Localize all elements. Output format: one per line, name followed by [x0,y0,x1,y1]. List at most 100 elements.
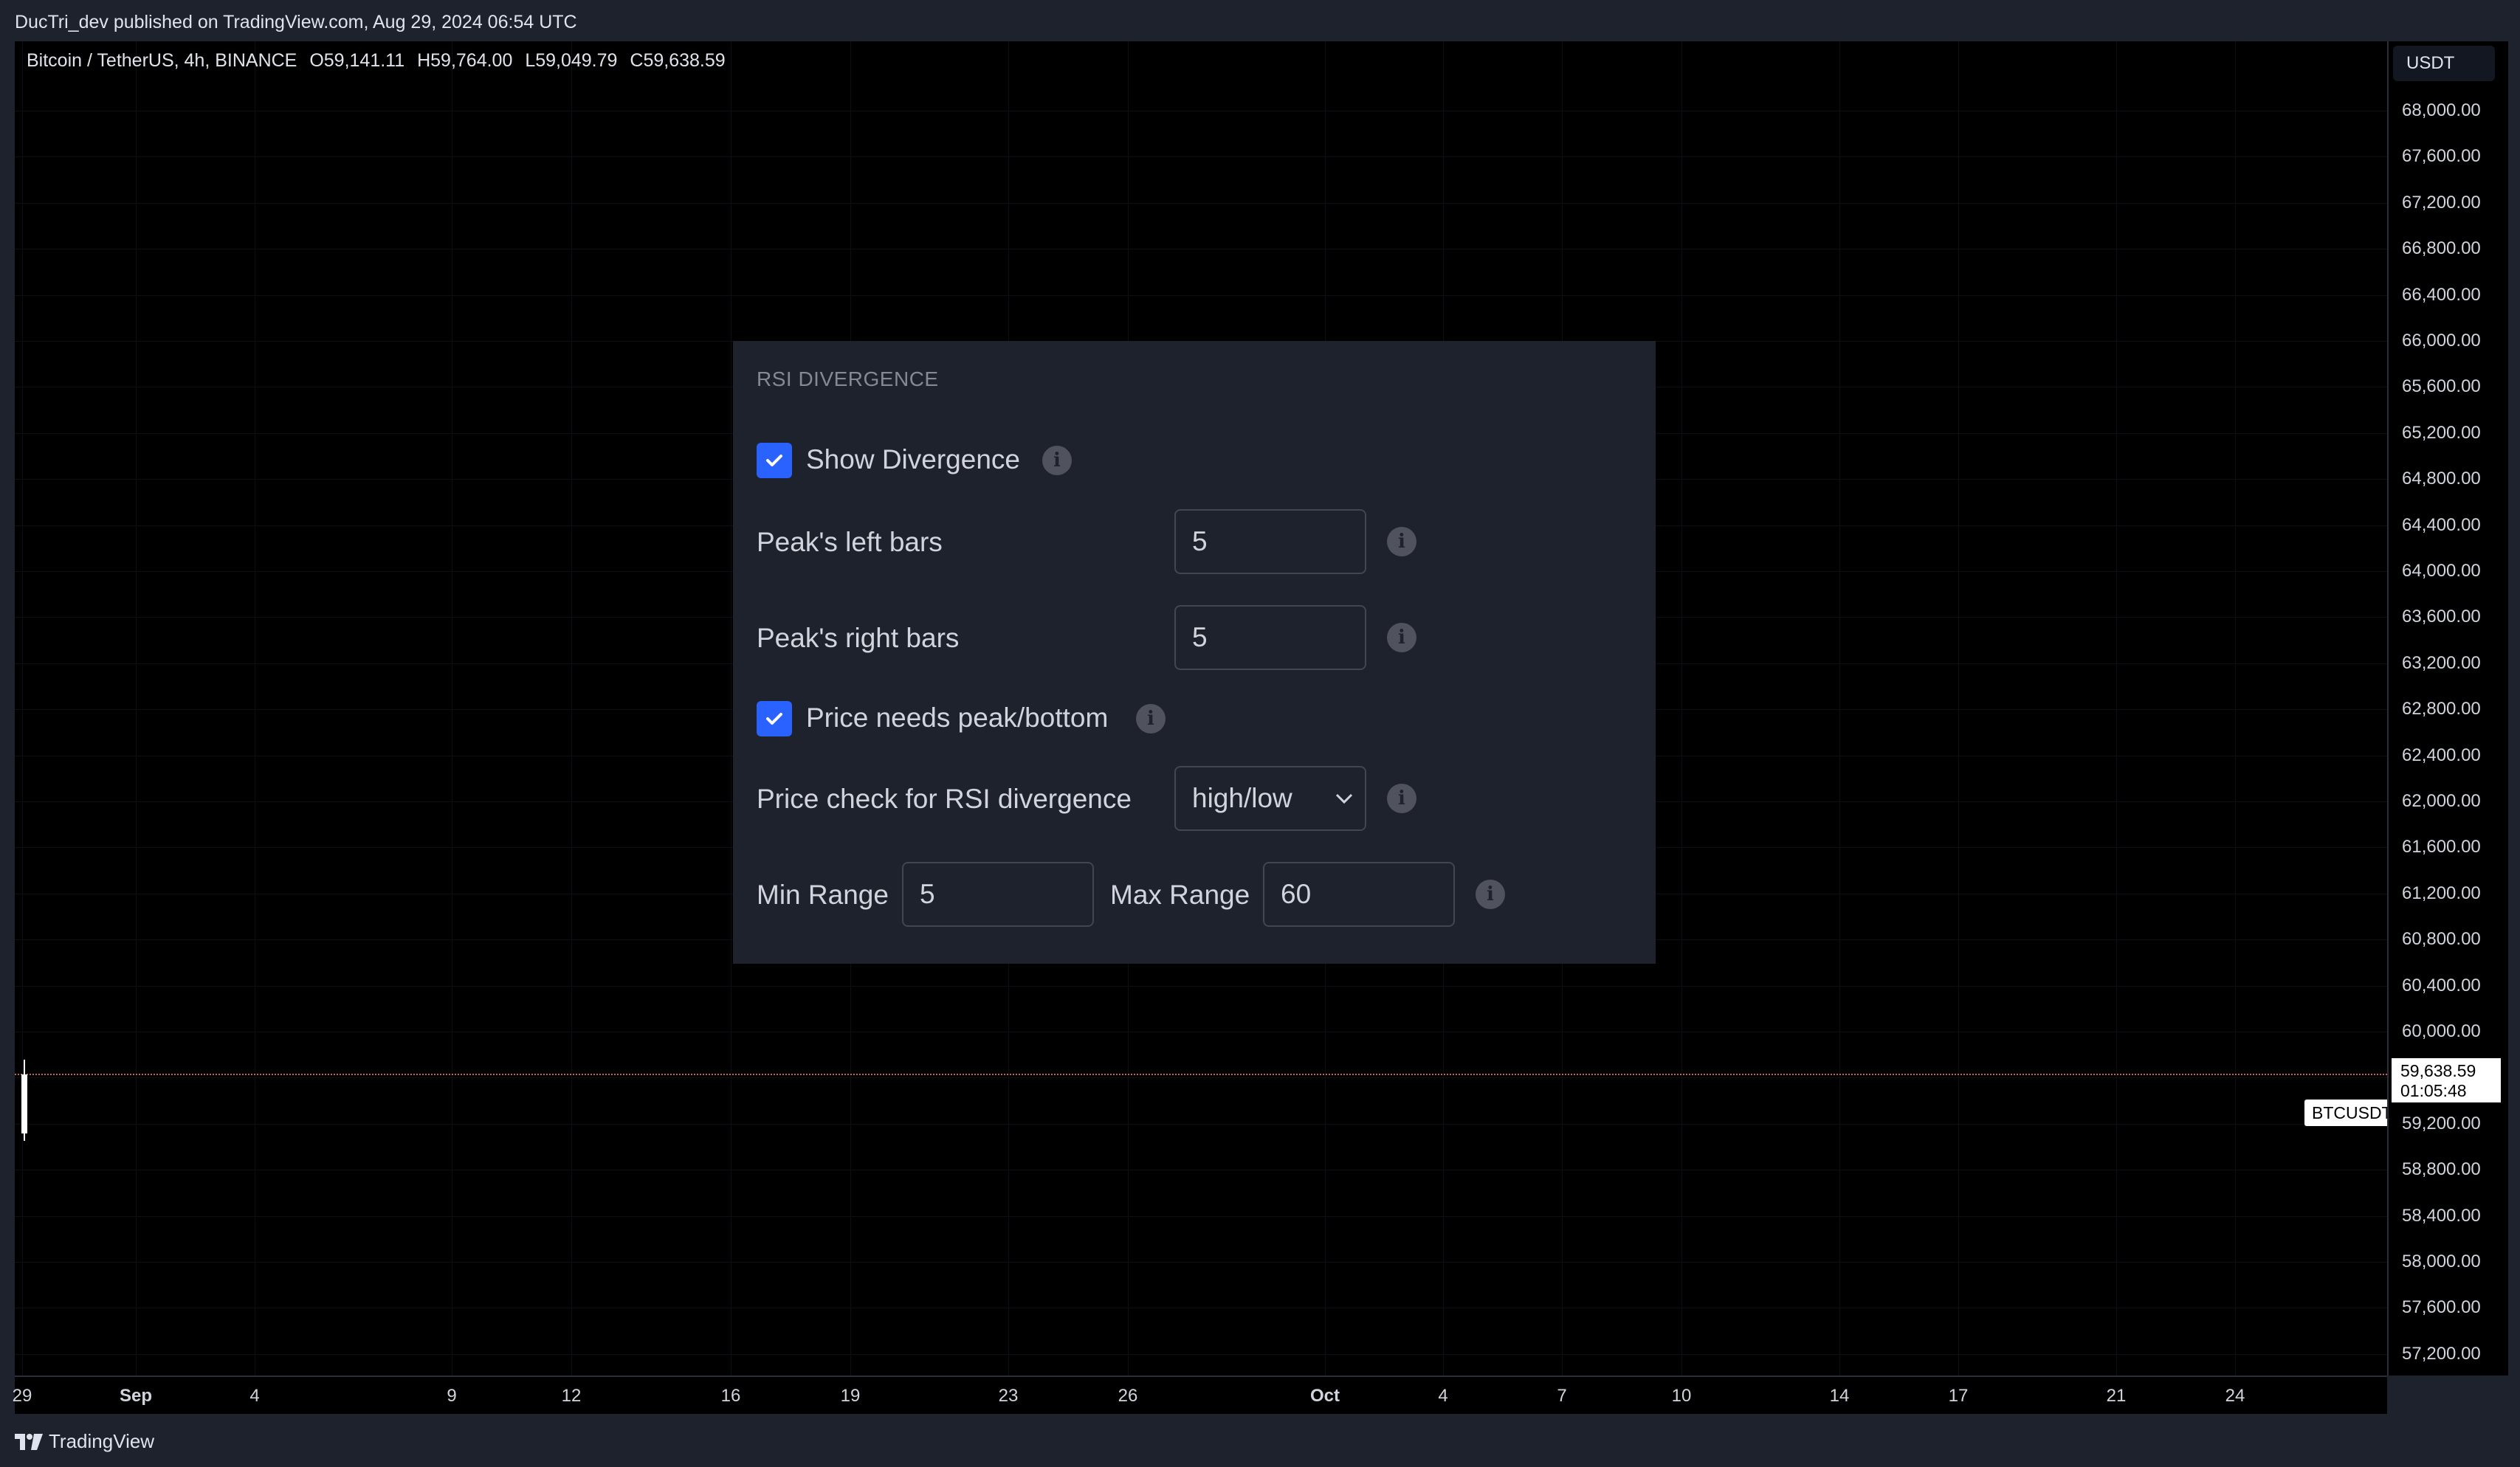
price-tick-label: 67,600.00 [2402,146,2481,167]
open-value: O59,141.11 [309,50,405,71]
price-tick-label: 64,400.00 [2402,514,2481,535]
grid-line [15,1353,2387,1355]
grid-line [15,1123,2387,1125]
grid-line [571,41,572,1375]
check-icon [766,713,782,725]
check-icon [766,455,782,466]
time-tick-label: 12 [561,1386,582,1406]
price-tick-label: 62,400.00 [2402,745,2481,765]
price-check-label: Price check for RSI divergence [757,784,1132,814]
price-tick-label: 66,800.00 [2402,238,2481,259]
price-check-select[interactable]: high/low [1174,766,1366,831]
price-tick-label: 58,000.00 [2402,1252,2481,1271]
time-axis[interactable]: 29 Sep 4 9 12 16 19 23 26 Oct 4 7 10 14 17 21 24 [12,1375,2387,1415]
time-tick-label: 24 [2225,1386,2245,1406]
symbol-description: Bitcoin / TetherUS, 4h, BINANCE [27,50,297,71]
price-axis[interactable]: USDT 68,000.00 67,600.00 67,200.00 66,800.0… [2387,41,2510,1375]
info-icon[interactable]: i [1476,880,1505,909]
info-icon[interactable]: i [1387,784,1416,813]
grid-line [15,985,2387,987]
publish-info-text: DucTri_dev published on TradingView.com,… [15,12,577,32]
currency-button[interactable]: USDT [2393,46,2495,81]
price-tick-label: 66,000.00 [2402,331,2481,351]
price-tick-label: 59,200.00 [2402,1113,2481,1133]
price-tick-label: 60,400.00 [2402,975,2481,995]
grid-line [15,156,2387,158]
price-tick-label: 57,200.00 [2402,1343,2481,1364]
grid-line [2235,41,2236,1375]
time-tick-label: 21 [2106,1386,2127,1406]
time-tick-label: Sep [119,1386,153,1406]
grid-line [1839,41,1840,1375]
price-tick-label: 60,000.00 [2402,1021,2481,1041]
grid-line [15,1077,2387,1079]
price-tick-label: 58,400.00 [2402,1205,2481,1226]
peak-right-bars-input[interactable]: 5 [1174,605,1366,670]
time-tick-label: 9 [447,1386,457,1406]
last-price-badge: 59,638.59 01:05:48 [2392,1058,2501,1102]
show-divergence-label: Show Divergence [806,444,1020,474]
peak-left-bars-label: Peak's left bars [757,527,943,557]
grid-line [2116,41,2117,1375]
price-needs-peak-label: Price needs peak/bottom [806,703,1109,733]
grid-line [1958,41,1959,1375]
price-tick-label: 67,200.00 [2402,192,2481,213]
low-value: L59,049.79 [525,50,618,71]
price-tick-label: 60,800.00 [2402,929,2481,950]
price-tick-label: 64,800.00 [2402,469,2481,489]
max-range-input[interactable]: 60 [1263,862,1455,927]
time-tick-label: 29 [12,1386,32,1406]
time-tick-label: 26 [1118,1386,1138,1406]
price-tick-label: 57,600.00 [2402,1297,2481,1318]
time-tick-label: 4 [1438,1386,1448,1406]
price-needs-peak-checkbox[interactable] [757,701,792,736]
price-tick-label: 68,000.00 [2402,100,2481,120]
grid-line [15,1215,2387,1217]
min-range-input[interactable]: 5 [902,862,1094,927]
time-tick-label: 10 [1671,1386,1692,1406]
time-tick-label: 17 [1948,1386,1969,1406]
info-icon[interactable]: i [1387,623,1416,652]
panel-title: RSI DIVERGENCE [757,367,939,390]
ohlc-legend: Bitcoin / TetherUS, 4h, BINANCE O59,141.… [27,50,733,72]
chart-pane[interactable]: Bitcoin / TetherUS, 4h, BINANCE O59,141.… [15,41,2400,1401]
price-tick-label: 62,800.00 [2402,699,2481,719]
show-divergence-checkbox[interactable] [757,443,792,478]
info-icon[interactable]: i [1387,527,1416,556]
price-tick-label: 62,000.00 [2402,791,2481,811]
max-range-label: Max Range [1110,880,1250,910]
time-tick-label: 14 [1829,1386,1850,1406]
grid-line [15,202,2387,204]
time-tick-label: 19 [840,1386,861,1406]
chevron-down-icon [1335,793,1353,804]
price-tick-label: 66,400.00 [2402,284,2481,305]
grid-line [15,1262,2387,1263]
price-tick-label: 65,600.00 [2402,376,2481,397]
info-icon[interactable]: i [1136,704,1166,734]
price-tick-label: 61,600.00 [2402,837,2481,857]
grid-line [15,294,2387,296]
price-tick-label: 64,000.00 [2402,561,2481,581]
peak-left-bars-input[interactable]: 5 [1174,509,1366,574]
symbol-price-tag: BTCUSDT [2304,1100,2400,1126]
time-tick-label: Oct [1309,1386,1340,1406]
price-tick-label: 65,200.00 [2402,422,2481,443]
price-tick-label: 61,200.00 [2402,883,2481,903]
time-tick-label: 7 [1557,1386,1567,1406]
price-tick-label: 58,800.00 [2402,1159,2481,1180]
tradingview-brand-text: TradingView [49,1430,155,1452]
info-icon[interactable]: i [1042,446,1072,475]
last-price-line [15,1074,2387,1075]
price-check-value: high/low [1192,783,1292,813]
time-tick-label: 23 [998,1386,1019,1406]
grid-line [136,41,137,1375]
grid-line [1681,41,1682,1375]
publish-info-bar: DucTri_dev published on TradingView.com,… [0,0,2520,41]
tradingview-logo[interactable]: TradingView [15,1430,154,1453]
price-tick-label: 63,200.00 [2402,652,2481,673]
price-tick-label: 63,600.00 [2402,607,2481,627]
last-price-value: 59,638.59 [2400,1061,2476,1080]
rsi-divergence-settings-panel: RSI DIVERGENCE Show Divergence i Peak's … [733,341,1656,964]
time-tick-label: 4 [249,1386,260,1406]
min-range-label: Min Range [757,880,889,910]
